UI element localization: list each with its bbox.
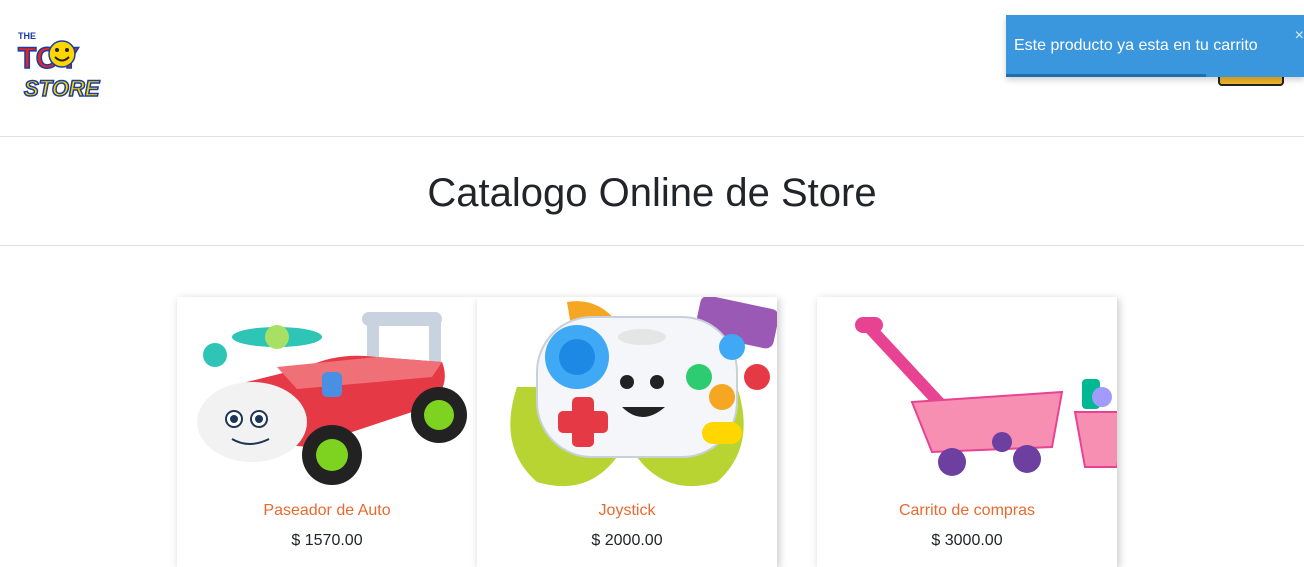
product-name[interactable]: Joystick	[477, 502, 777, 520]
product-price: $ 2000.00	[591, 532, 663, 549]
catalog-title-section: Catalogo Online de Store	[0, 137, 1304, 246]
svg-text:STORE: STORE	[24, 76, 101, 101]
toy-wagon-image[interactable]	[817, 297, 1117, 497]
product-card[interactable]: Paseador de Auto $ 1570.00	[177, 297, 477, 567]
product-name[interactable]: Paseador de Auto	[177, 502, 477, 520]
toast-message: Este producto ya esta en tu carrito	[1014, 37, 1258, 54]
product-price: $ 3000.00	[931, 532, 1003, 549]
cart-notification-toast: Este producto ya esta en tu carrito ×	[1006, 15, 1304, 77]
product-card[interactable]: Joystick $ 2000.00	[477, 297, 777, 567]
page-title: Catalogo Online de Store	[427, 171, 877, 215]
svg-text:THE: THE	[18, 31, 36, 41]
product-name[interactable]: Carrito de compras	[817, 502, 1117, 520]
product-card[interactable]: Carrito de compras $ 3000.00	[817, 297, 1117, 567]
toast-progress-bar	[1006, 74, 1206, 77]
toy-store-logo[interactable]: THE TOY STORE	[14, 28, 110, 104]
product-price: $ 1570.00	[291, 532, 363, 549]
close-icon[interactable]: ×	[1295, 27, 1304, 45]
toy-joystick-image[interactable]	[477, 297, 777, 497]
ride-on-car-image[interactable]	[177, 297, 477, 497]
